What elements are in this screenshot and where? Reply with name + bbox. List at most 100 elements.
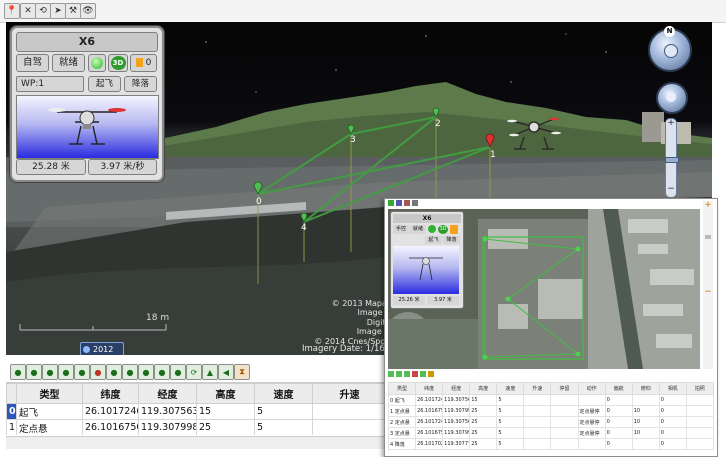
insert-waypoint-icon[interactable]: [420, 371, 426, 377]
compass-control[interactable]: N: [648, 26, 692, 72]
type-cell[interactable]: 定点悬: [16, 419, 83, 435]
latitude-cell[interactable]: 26.101675034: [82, 419, 139, 435]
cell[interactable]: [523, 405, 552, 417]
speed-cell[interactable]: 5: [254, 419, 313, 435]
cell[interactable]: 1 定点悬: [388, 405, 417, 417]
cell[interactable]: [550, 405, 579, 417]
inset-land-button[interactable]: 降落: [443, 236, 460, 244]
add-waypoint-icon[interactable]: [396, 371, 402, 377]
type-cell[interactable]: 起飞: [16, 403, 83, 420]
cell[interactable]: [685, 405, 714, 417]
pin-icon[interactable]: 📍: [4, 3, 20, 19]
longitude-cell[interactable]: 119.307563782: [138, 403, 197, 420]
cell[interactable]: [523, 416, 552, 428]
pan-control[interactable]: [656, 82, 688, 114]
column-header[interactable]: 拍照: [685, 382, 714, 395]
column-header[interactable]: 动作: [577, 382, 606, 395]
cell[interactable]: 10: [631, 405, 660, 417]
cell[interactable]: 定点悬停: [577, 416, 606, 428]
cell[interactable]: 0: [658, 427, 687, 439]
cell[interactable]: 5: [496, 427, 525, 439]
cell[interactable]: 26.101675034: [415, 427, 444, 439]
land-button[interactable]: 降落: [124, 76, 157, 92]
altitude-cell[interactable]: 15: [196, 403, 255, 420]
cell[interactable]: 0: [658, 438, 687, 450]
cell[interactable]: 119.307998657: [442, 405, 471, 417]
speed-cell[interactable]: 5: [254, 403, 313, 420]
waypoint-icon[interactable]: ✕: [20, 3, 36, 19]
rise-cell[interactable]: [312, 419, 386, 435]
cell[interactable]: [631, 394, 660, 406]
zoom-slider-thumb[interactable]: [665, 157, 679, 163]
mode-ready-button[interactable]: 就绪: [52, 54, 85, 72]
column-header[interactable]: 速度: [254, 383, 313, 404]
remove-waypoint-icon[interactable]: [412, 371, 418, 377]
inset-zoom-bar[interactable]: + −: [703, 201, 713, 369]
cell[interactable]: 0: [658, 405, 687, 417]
table-row[interactable]: 2 定点悬26.101724625119.307563782255定点悬停010…: [388, 416, 714, 428]
send-icon[interactable]: ➤: [50, 3, 66, 19]
cell[interactable]: 5: [496, 438, 525, 450]
table-row[interactable]: 1 定点悬26.101675034119.307998657255定点悬停010…: [388, 405, 714, 417]
cell[interactable]: 26.101724625: [415, 416, 444, 428]
add-waypoint-icon[interactable]: ●: [58, 364, 74, 380]
add-waypoint-icon[interactable]: [404, 371, 410, 377]
export-icon[interactable]: ⧗: [234, 364, 250, 380]
cell[interactable]: [550, 416, 579, 428]
waypoint-icon[interactable]: [396, 200, 402, 206]
cell[interactable]: [685, 427, 714, 439]
longitude-cell[interactable]: 119.307998657: [138, 419, 197, 435]
cell[interactable]: [685, 394, 714, 406]
column-header[interactable]: 纬度: [415, 382, 444, 395]
cell[interactable]: 0: [658, 394, 687, 406]
zoom-in-icon[interactable]: +: [703, 201, 713, 210]
export-icon[interactable]: [428, 371, 434, 377]
add-waypoint-icon[interactable]: ●: [74, 364, 90, 380]
column-header[interactable]: 俯仰: [631, 382, 660, 395]
insert-waypoint-icon[interactable]: ●: [138, 364, 154, 380]
add-waypoint-icon[interactable]: ●: [10, 364, 26, 380]
altitude-cell[interactable]: 25: [196, 419, 255, 435]
cell[interactable]: 15: [469, 394, 498, 406]
route-edit-icon[interactable]: ●: [170, 364, 186, 380]
add-waypoint-icon[interactable]: ●: [42, 364, 58, 380]
insert-waypoint-icon[interactable]: ●: [154, 364, 170, 380]
cell[interactable]: [577, 438, 606, 450]
cell[interactable]: 25: [469, 416, 498, 428]
cell[interactable]: 0: [604, 427, 633, 439]
zoom-out-icon[interactable]: −: [703, 287, 713, 297]
insert-waypoint-icon[interactable]: ●: [106, 364, 122, 380]
route-icon[interactable]: [404, 200, 410, 206]
column-header[interactable]: 经度: [442, 382, 471, 395]
cell[interactable]: [523, 394, 552, 406]
cell[interactable]: 26.101724625: [415, 394, 444, 406]
cell[interactable]: 119.307779458: [442, 438, 471, 450]
cell[interactable]: 5: [496, 394, 525, 406]
download-icon[interactable]: ◀: [218, 364, 234, 380]
cell[interactable]: 0: [604, 438, 633, 450]
rise-cell[interactable]: [312, 403, 386, 420]
pin-icon[interactable]: [388, 200, 394, 206]
cell[interactable]: 0: [604, 405, 633, 417]
column-header[interactable]: 高度: [469, 382, 498, 395]
cell[interactable]: 0: [658, 416, 687, 428]
horizontal-scrollbar[interactable]: [6, 436, 386, 449]
cell[interactable]: [685, 438, 714, 450]
column-header[interactable]: 高度: [196, 383, 255, 404]
inset-takeoff-button[interactable]: 起飞: [425, 236, 442, 244]
cell[interactable]: 26.101675034: [415, 405, 444, 417]
column-header[interactable]: 停留: [550, 382, 579, 395]
cell[interactable]: 119.307998657: [442, 427, 471, 439]
cell[interactable]: [550, 394, 579, 406]
cell[interactable]: 119.307563782: [442, 416, 471, 428]
cell[interactable]: 119.307563782: [442, 394, 471, 406]
add-waypoint-icon[interactable]: ●: [26, 364, 42, 380]
zoom-thumb[interactable]: [705, 235, 711, 239]
table-row[interactable]: 1 定点悬 26.101675034 119.307998657 25 5: [6, 419, 386, 435]
zoom-slider[interactable]: + −: [665, 118, 679, 198]
table-row[interactable]: 0 起飞 26.101724625 119.307563782 15 5: [6, 403, 386, 420]
satellite-map-view[interactable]: X6 手控 就绪 3D 起飞 降落 25.26 米 3.97 米: [388, 209, 700, 369]
cell[interactable]: 25: [469, 405, 498, 417]
remove-waypoint-icon[interactable]: ●: [90, 364, 106, 380]
year-badge[interactable]: 2012: [80, 342, 124, 355]
